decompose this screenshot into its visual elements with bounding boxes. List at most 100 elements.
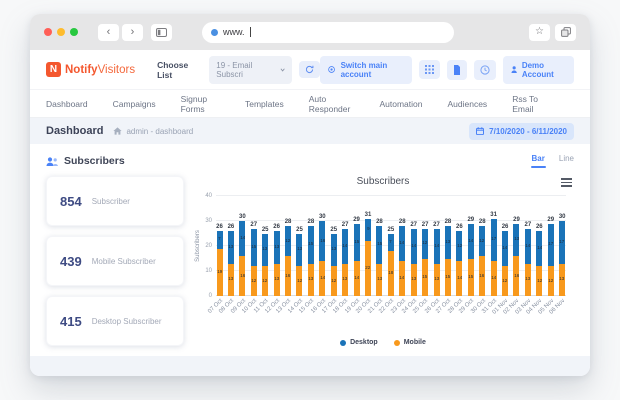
chart-plot: Subscribers 0 10 20 30 40 26 7 19 07 Oct 26 13 13 0…	[195, 193, 567, 316]
bar-segment-value: 15	[468, 274, 474, 280]
tab-line-view[interactable]: Line	[559, 154, 574, 163]
subscribers-chart: Subscribers Subscribers 0 10 20 30 40 26 7 19 0…	[192, 176, 574, 348]
y-axis-tick: 30	[205, 218, 212, 224]
bar-segment-value: 13	[296, 246, 302, 252]
bar-segment-mobile: 16	[285, 256, 292, 296]
forward-button[interactable]: ›	[122, 23, 143, 41]
bar-segment-desktop: 14	[433, 228, 440, 264]
browser-toolbar: ‹ › www. ☆	[30, 14, 590, 50]
account-button[interactable]: Demo Account	[502, 55, 575, 84]
tab-bar-view[interactable]: Bar	[530, 154, 547, 168]
stat-card-desktop-subscribers: 415 Desktop Subscriber	[46, 296, 184, 346]
list-dropdown-value: 19 - Email Subscri	[216, 60, 253, 79]
home-icon	[113, 127, 123, 135]
bar-segment-value: 16	[319, 237, 325, 244]
bar-segment-value: 7	[218, 236, 221, 242]
bar-segment-value: 14	[411, 242, 417, 249]
bar-segment-value: 14	[536, 245, 542, 251]
bar-total-label: 31	[364, 211, 372, 218]
y-axis-tick: 20	[205, 243, 212, 249]
tabs-overview-button[interactable]	[555, 23, 576, 41]
bar-segment-value: 14	[525, 242, 531, 249]
chevron-down-icon	[280, 67, 285, 72]
bar-column: 25 13 12 17 Oct	[321, 227, 338, 315]
refresh-icon	[306, 65, 314, 74]
grid-icon	[424, 65, 434, 74]
nav-item-signup-forms[interactable]: Signup Forms	[181, 94, 220, 114]
tabs-icon	[560, 27, 571, 37]
bar-segment-desktop: 7	[216, 231, 223, 249]
bar-segment-value: 14	[399, 275, 405, 281]
logo[interactable]: N NotifyVisitors	[46, 62, 135, 77]
reports-button[interactable]	[446, 59, 467, 80]
bars: 26 7 19 07 Oct 26 13 13 08 Oct 30 14 16 09 Oct 27 15 1…	[207, 196, 567, 316]
bar-segment-value: 14	[354, 275, 360, 281]
bar-column: 28 15 13 21 Oct	[367, 219, 384, 315]
back-icon: ‹	[106, 25, 111, 38]
bookmark-button[interactable]: ☆	[529, 23, 550, 41]
history-button[interactable]	[473, 59, 496, 80]
maximize-traffic-light-icon[interactable]	[70, 28, 78, 36]
bar-segment-value: 19	[216, 269, 223, 275]
bar-segment-value: 16	[239, 272, 245, 279]
bar-column: 30 17 13 06 Nov	[549, 214, 567, 316]
bar-total-label: 31	[490, 211, 497, 218]
bar-column: 28 12 16 30 Oct	[470, 219, 487, 315]
bar-segment-mobile: 12	[547, 266, 554, 296]
apps-button[interactable]	[418, 60, 440, 79]
bar-total-label: 26	[535, 224, 543, 230]
bar-segment-mobile: 12	[250, 266, 257, 296]
bar-segment-value: 13	[228, 244, 234, 250]
bar-segment-value: 15	[422, 274, 428, 280]
section-title: Subscribers	[64, 155, 125, 167]
bar-segment-value: 13	[331, 246, 337, 252]
sidebar-icon	[156, 27, 167, 37]
sidebar-button[interactable]	[151, 23, 172, 41]
date-range-picker[interactable]: 7/10/2020 - 6/11/2020	[469, 122, 574, 140]
nav-item-templates[interactable]: Templates	[245, 99, 284, 109]
bar-segment-mobile: 15	[467, 258, 474, 296]
back-button[interactable]: ‹	[98, 23, 119, 41]
bar-segment-value: 14	[502, 245, 508, 251]
bar-total-label: 26	[273, 224, 280, 230]
minimize-traffic-light-icon[interactable]	[57, 28, 65, 36]
bar-column: 27 15 12 10 Oct	[241, 222, 258, 315]
legend-item-desktop[interactable]: Desktop	[340, 339, 378, 346]
bar-column: 28 13 15 27 Oct	[435, 219, 452, 315]
bar-segment-mobile: 15	[422, 258, 429, 296]
switch-main-account-button[interactable]: Switch main account	[320, 55, 412, 84]
nav-item-audiences[interactable]: Audiences	[447, 99, 487, 109]
y-axis-title: Subscribers	[195, 230, 201, 262]
stat-label: Subscriber	[91, 196, 130, 206]
refresh-list-button[interactable]	[299, 61, 321, 78]
nav-item-auto-responder[interactable]: Auto Responder	[309, 94, 355, 114]
bar-segment-value: 17	[559, 239, 565, 245]
url-bar[interactable]: www.	[202, 21, 454, 43]
nav-item-dashboard[interactable]: Dashboard	[46, 99, 88, 109]
bar-segment-value: 15	[308, 241, 314, 247]
bar-segment-value: 12	[502, 277, 508, 284]
nav-item-rss-to-email[interactable]: Rss To Email	[512, 94, 549, 114]
bar-total-label: 27	[433, 221, 440, 228]
bar-segment-value: 12	[285, 237, 291, 244]
legend-item-mobile[interactable]: Mobile	[393, 339, 426, 346]
bar-segment-value: 17	[548, 241, 554, 247]
bar-total-label: 28	[307, 219, 315, 225]
chart-menu-button[interactable]	[561, 178, 572, 187]
legend-desktop-dot-icon	[340, 339, 347, 346]
bar-segment-mobile: 16	[479, 256, 486, 296]
breadcrumb-path: admin - dashboard	[126, 126, 194, 136]
bar-column: 28 15 13 15 Oct	[298, 219, 315, 315]
bar-segment-desktop: 14	[536, 231, 543, 266]
bar-total-label: 25	[296, 226, 303, 233]
date-range-value: 7/10/2020 - 6/11/2020	[489, 126, 567, 136]
nav-item-automation[interactable]: Automation	[379, 99, 422, 109]
bar-segment-desktop: 17	[490, 218, 497, 261]
bar-segment-desktop: 12	[456, 231, 463, 261]
bar-segment-mobile: 12	[502, 266, 509, 296]
close-traffic-light-icon[interactable]	[44, 28, 52, 36]
nav-item-campaigns[interactable]: Campaigns	[113, 99, 156, 109]
bar-segment-value: 15	[376, 241, 382, 247]
bar-segment-value: 13	[342, 276, 348, 282]
list-dropdown[interactable]: 19 - Email Subscri	[209, 55, 293, 84]
